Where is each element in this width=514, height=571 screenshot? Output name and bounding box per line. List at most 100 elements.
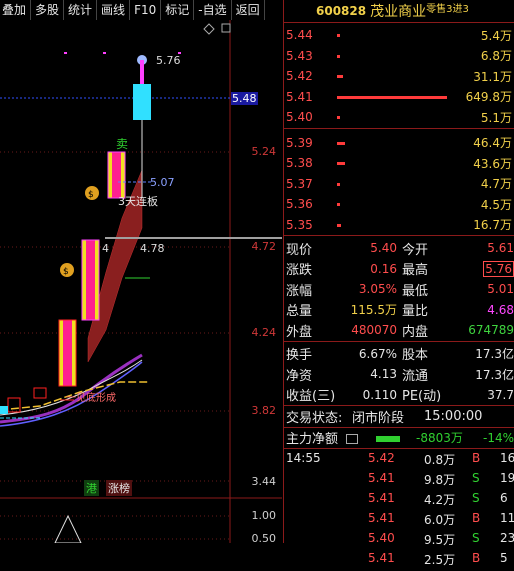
list-icon — [346, 433, 358, 444]
quote-label: 内盘 — [402, 324, 429, 340]
ask-price: 5.43 — [286, 48, 313, 63]
ask-price: 5.44 — [286, 28, 313, 43]
fundamental-row: 净资 4.13 流通 17.3亿 — [284, 364, 514, 385]
quote-label: 总量 — [286, 304, 313, 320]
ask-row[interactable]: 5.43 6.8万 — [284, 46, 514, 67]
current-price-axis-label: 5.48 — [231, 92, 258, 105]
quote-value: 4.13 — [370, 367, 397, 382]
main-flow-pct: -14% — [482, 430, 514, 445]
quote-label: 涨幅 — [286, 283, 313, 299]
tick-count: 5 — [500, 551, 508, 565]
bid-bar — [337, 223, 341, 227]
tick-price: 5.41 — [368, 491, 395, 505]
main-flow-label: 主力净额 — [286, 432, 339, 448]
ask-price: 5.40 — [286, 110, 313, 125]
price-axis-label: 5.24 — [251, 145, 277, 158]
tick-row: 14:55 5.42 0.8万 B 16 — [284, 451, 514, 471]
statistics-button[interactable]: 统计 — [64, 0, 98, 20]
quote-label: 流通 — [402, 368, 429, 384]
price-axis-label: 4.24 — [251, 326, 277, 339]
bid-volume: 16.7万 — [473, 218, 512, 233]
remove-watchlist-button[interactable]: -自选 — [194, 0, 232, 20]
bid-volume: 43.6万 — [473, 156, 512, 171]
quote-label: 股本 — [402, 348, 429, 364]
quote-value: 5.61 — [487, 241, 514, 256]
toolbar: 叠加 多股 统计 画线 F10 标记 -自选 返回 — [0, 0, 282, 20]
bid-price: 5.38 — [286, 156, 313, 171]
ask-volume: 5.1万 — [480, 110, 512, 125]
candle-day2 — [81, 239, 100, 321]
ask-row[interactable]: 5.40 5.1万 — [284, 107, 514, 129]
ask-bar — [337, 34, 340, 37]
bid-bar — [337, 203, 340, 206]
tick-count: 19 — [500, 471, 514, 485]
quote-value: 3.05% — [358, 282, 397, 297]
bid-row[interactable]: 5.38 43.6万 — [284, 153, 514, 174]
tick-price: 5.41 — [368, 551, 395, 565]
tick-volume: 2.5万 — [424, 553, 456, 567]
quote-label: 外盘 — [286, 324, 313, 340]
tick-side: B — [472, 451, 481, 465]
ask-row[interactable]: 5.44 5.4万 — [284, 25, 514, 46]
tick-row: 5.41 4.2万 S 6 — [284, 491, 514, 511]
stock-name[interactable]: 茂业商业 — [370, 1, 426, 21]
draw-line-button[interactable]: 画线 — [97, 0, 131, 20]
quote-row: 外盘 480070 内盘 674789 — [284, 320, 514, 342]
ask-bar — [337, 116, 340, 119]
tick-side: S — [472, 491, 480, 505]
flow-bar — [376, 435, 400, 442]
high-price-label: 5.76 — [156, 54, 181, 67]
quote-label: 今开 — [402, 242, 429, 258]
bid-row[interactable]: 5.35 16.7万 — [284, 215, 514, 236]
candle-last — [133, 84, 151, 120]
volume-axis-label: 0.50 — [251, 532, 277, 545]
ask-row[interactable]: 5.41 649.8万 — [284, 87, 514, 108]
tick-volume: 6.0万 — [424, 513, 456, 527]
main-flow-row[interactable]: 主力净额 -8803万 -14% — [284, 428, 514, 449]
candle-day1 — [58, 319, 77, 387]
quote-label: 最低 — [402, 283, 429, 299]
ask-price: 5.41 — [286, 89, 313, 104]
main-flow-value: -8803万 — [416, 431, 463, 446]
bid-volume: 46.4万 — [473, 136, 512, 151]
tick-list[interactable]: 14:55 5.42 0.8万 B 16 5.41 9.8万 S 19 5.41 4.2万 S 6 … — [284, 449, 514, 571]
stock-header: 600828 茂业商业 零售3进3 — [284, 0, 514, 23]
kline-chart[interactable]: $ $ 5.76 5.07 4.78 4 卖 3天连板 一见底形成 港 涨榜 5… — [0, 20, 282, 545]
limit-rank-badge: 涨榜 — [106, 480, 132, 496]
bid-bar — [337, 182, 340, 186]
quote-value: 37.7 — [487, 387, 514, 402]
quote-row: 现价 5.40 今开 5.61 — [284, 238, 514, 259]
ask-book: 5.44 5.4万 5.43 6.8万 5.42 31.1万 5.41 649.8万 5… — [284, 23, 514, 129]
fundamental-row: 收益(三) 0.110 PE(动) 37.7 — [284, 385, 514, 406]
f10-button[interactable]: F10 — [130, 0, 162, 20]
bid-row[interactable]: 5.39 46.4万 — [284, 133, 514, 154]
bid-price: 5.39 — [286, 135, 313, 150]
fundamentals-block: 换手 6.67% 股本 17.3亿 净资 4.13 流通 17.3亿 收益(三) 0.110 P… — [284, 342, 514, 406]
candle-day3 — [107, 151, 126, 199]
hk-badge: 港 — [84, 480, 99, 496]
overlay-button[interactable]: 叠加 — [0, 0, 32, 20]
quote-label: 换手 — [286, 348, 313, 364]
quote-panel: 600828 茂业商业 零售3进3 5.44 5.4万 5.43 6.8万 5.42… — [283, 0, 514, 567]
quote-value: 4.68 — [487, 302, 514, 317]
bid-bar — [337, 162, 345, 165]
bid-volume: 4.5万 — [480, 197, 512, 212]
ask-row[interactable]: 5.42 31.1万 — [284, 66, 514, 87]
quote-value: 17.3亿 — [475, 347, 514, 362]
chip-note-label: 一见底形成 — [66, 393, 116, 404]
tick-price: 5.42 — [368, 451, 395, 465]
mark-button[interactable]: 标记 — [161, 0, 195, 20]
sell-signal: 卖 — [116, 137, 129, 151]
quote-row: 总量 115.5万 量比 4.68 — [284, 300, 514, 321]
tick-price: 5.41 — [368, 511, 395, 525]
bid-row[interactable]: 5.37 4.7万 — [284, 174, 514, 195]
back-button[interactable]: 返回 — [232, 0, 265, 20]
quote-label: 涨跌 — [286, 263, 313, 279]
tick-volume: 9.5万 — [424, 533, 456, 547]
bid-row[interactable]: 5.36 4.5万 — [284, 194, 514, 215]
bid-volume: 4.7万 — [480, 177, 512, 192]
trade-status-row: 交易状态: 闭市阶段 15:00:00 — [284, 406, 514, 428]
money-bag-icon: $ — [60, 263, 74, 277]
multi-stock-button[interactable]: 多股 — [31, 0, 65, 20]
ask-volume: 31.1万 — [473, 69, 512, 84]
